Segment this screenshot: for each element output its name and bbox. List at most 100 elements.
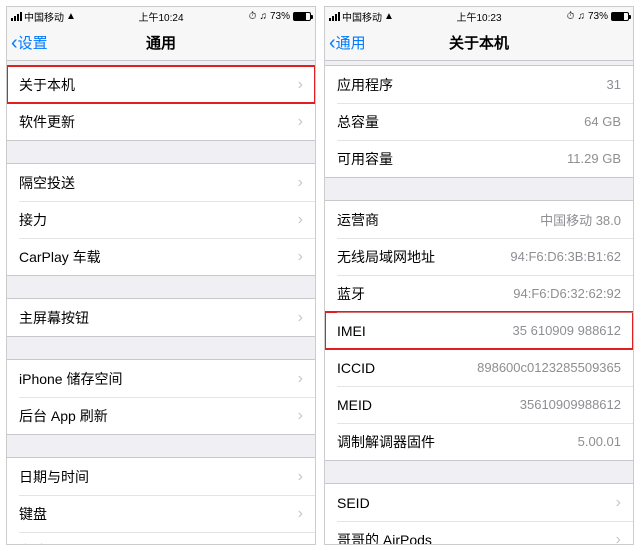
group-gap xyxy=(7,337,315,359)
cell-value: 35 610909 988612 xyxy=(513,323,621,338)
settings-list: 关于本机›软件更新›隔空投送›接力›CarPlay 车载›主屏幕按钮›iPhon… xyxy=(7,61,315,544)
chevron-right-icon: › xyxy=(298,370,303,388)
signal-icon xyxy=(329,12,340,21)
cell-总容量[interactable]: 总容量64 GB xyxy=(325,103,633,140)
nav-bar: ‹ 设置 通用 xyxy=(7,25,315,61)
cell-group: 关于本机› 软件更新 › xyxy=(7,65,315,141)
headphone-icon: ♫ xyxy=(259,11,267,22)
cell-value: 94:F6:D6:32:62:92 xyxy=(513,286,621,301)
cell-label: MEID xyxy=(337,397,520,413)
cell-label: ICCID xyxy=(337,360,477,376)
phone-left: 中国移动 ▲ 上午10:24 ⏱ ♫ 73% ‹ 设置 通用 关于本机›软件更新… xyxy=(6,6,316,545)
cell-蓝牙[interactable]: 蓝牙94:F6:D6:32:62:92 xyxy=(325,275,633,312)
about-list: 应用程序31总容量64 GB可用容量11.29 GB运营商中国移动 38.0无线… xyxy=(325,61,633,544)
cell-关于本机[interactable]: 关于本机› xyxy=(7,66,315,103)
nav-back-button[interactable]: ‹ 设置 xyxy=(7,32,48,53)
cell-label: 日期与时间 xyxy=(19,467,292,487)
cell-iPhone 储存空间[interactable]: iPhone 储存空间 › xyxy=(7,360,315,397)
status-time: 上午10:23 xyxy=(456,9,501,24)
group-gap xyxy=(7,435,315,457)
cell-应用程序[interactable]: 应用程序31 xyxy=(325,66,633,103)
cell-调制解调器固件[interactable]: 调制解调器固件5.00.01 xyxy=(325,423,633,460)
chevron-left-icon: ‹ xyxy=(329,33,336,53)
status-bar: 中国移动 ▲ 上午10:24 ⏱ ♫ 73% xyxy=(7,7,315,25)
cell-CarPlay 车载[interactable]: CarPlay 车载 › xyxy=(7,238,315,275)
cell-运营商[interactable]: 运营商中国移动 38.0 xyxy=(325,201,633,238)
cell-label: 调制解调器固件 xyxy=(337,432,578,452)
cell-接力[interactable]: 接力 › xyxy=(7,201,315,238)
cell-隔空投送[interactable]: 隔空投送› xyxy=(7,164,315,201)
cell-label: 蓝牙 xyxy=(337,284,513,304)
cell-group: 日期与时间›键盘›字体›语言与地区› xyxy=(7,457,315,544)
nav-back-label: 通用 xyxy=(336,32,366,53)
cell-主屏幕按钮[interactable]: 主屏幕按钮 › xyxy=(7,299,315,336)
cell-MEID[interactable]: MEID35610909988612 xyxy=(325,386,633,423)
nav-title: 通用 xyxy=(7,32,315,53)
chevron-right-icon: › xyxy=(616,494,621,512)
nav-back-button[interactable]: ‹ 通用 xyxy=(325,32,366,53)
cell-label: IMEI xyxy=(337,323,513,339)
group-gap xyxy=(7,276,315,298)
battery-icon xyxy=(611,12,629,21)
cell-日期与时间[interactable]: 日期与时间› xyxy=(7,458,315,495)
cell-label: 软件更新 xyxy=(19,112,292,132)
cell-软件更新[interactable]: 软件更新 › xyxy=(7,103,315,140)
cell-group: 隔空投送› 接力 › CarPlay 车载 › xyxy=(7,163,315,276)
battery-percent: 73% xyxy=(270,11,290,22)
cell-label: 哥哥的 AirPods xyxy=(337,530,610,545)
cell-value: 5.00.01 xyxy=(578,434,621,449)
cell-label: 应用程序 xyxy=(337,75,607,95)
cell-键盘[interactable]: 键盘 › xyxy=(7,495,315,532)
group-gap xyxy=(325,178,633,200)
signal-icon xyxy=(11,12,22,21)
cell-SEID[interactable]: SEID › xyxy=(325,484,633,521)
cell-label: 主屏幕按钮 xyxy=(19,308,292,328)
cell-label: CarPlay 车载 xyxy=(19,247,292,267)
cell-label: 隔空投送 xyxy=(19,173,292,193)
cell-group: 应用程序31总容量64 GB可用容量11.29 GB xyxy=(325,65,633,178)
cell-哥哥的 AirPods[interactable]: 哥哥的 AirPods › xyxy=(325,521,633,544)
cell-字体[interactable]: 字体› xyxy=(7,532,315,544)
cell-value: 898600c0123285509365 xyxy=(477,360,621,375)
cell-label: 运营商 xyxy=(337,210,540,230)
status-bar: 中国移动 ▲ 上午10:23 ⏱ ♫ 73% xyxy=(325,7,633,25)
headphone-icon: ♫ xyxy=(577,11,585,22)
cell-label: 可用容量 xyxy=(337,149,567,169)
chevron-right-icon: › xyxy=(616,531,621,545)
cell-后台 App 刷新[interactable]: 后台 App 刷新 › xyxy=(7,397,315,434)
cell-value: 31 xyxy=(607,77,621,92)
chevron-right-icon: › xyxy=(298,309,303,327)
cell-label: iPhone 储存空间 xyxy=(19,369,292,389)
wifi-icon: ▲ xyxy=(66,11,76,22)
group-gap xyxy=(7,141,315,163)
cell-value: 94:F6:D6:3B:B1:62 xyxy=(510,249,621,264)
wifi-icon: ▲ xyxy=(384,11,394,22)
cell-label: 无线局域网地址 xyxy=(337,247,510,267)
chevron-right-icon: › xyxy=(298,248,303,266)
chevron-right-icon: › xyxy=(298,505,303,523)
cell-label: 字体 xyxy=(19,541,292,545)
chevron-left-icon: ‹ xyxy=(11,33,18,53)
chevron-right-icon: › xyxy=(298,407,303,425)
alarm-icon: ⏱ xyxy=(567,11,575,22)
chevron-right-icon: › xyxy=(298,211,303,229)
cell-无线局域网地址[interactable]: 无线局域网地址94:F6:D6:3B:B1:62 xyxy=(325,238,633,275)
cell-value: 64 GB xyxy=(584,114,621,129)
cell-label: 接力 xyxy=(19,210,292,230)
carrier-label: 中国移动 xyxy=(342,9,382,24)
cell-可用容量[interactable]: 可用容量11.29 GB xyxy=(325,140,633,177)
status-time: 上午10:24 xyxy=(138,9,183,24)
phone-right: 中国移动 ▲ 上午10:23 ⏱ ♫ 73% ‹ 通用 关于本机 应用程序31总… xyxy=(324,6,634,545)
cell-group: 运营商中国移动 38.0无线局域网地址94:F6:D6:3B:B1:62蓝牙94… xyxy=(325,200,633,461)
cell-label: 关于本机 xyxy=(19,75,292,95)
cell-label: SEID xyxy=(337,495,610,511)
cell-label: 键盘 xyxy=(19,504,292,524)
nav-title: 关于本机 xyxy=(325,32,633,53)
cell-IMEI[interactable]: IMEI35 610909 988612 xyxy=(325,312,633,349)
battery-icon xyxy=(293,12,311,21)
cell-group: 主屏幕按钮 › xyxy=(7,298,315,337)
cell-label: 后台 App 刷新 xyxy=(19,406,292,426)
chevron-right-icon: › xyxy=(298,113,303,131)
cell-ICCID[interactable]: ICCID898600c0123285509365 xyxy=(325,349,633,386)
cell-value: 中国移动 38.0 xyxy=(540,210,621,229)
